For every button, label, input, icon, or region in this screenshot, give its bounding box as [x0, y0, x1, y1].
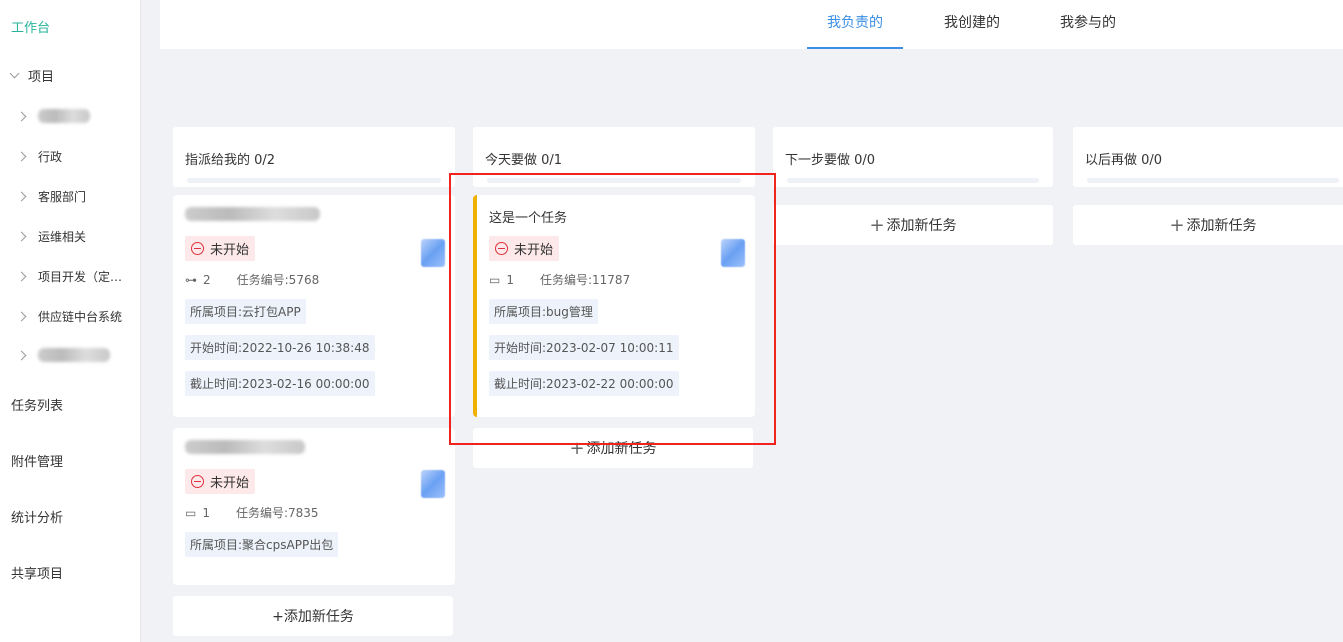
project-tag: 所属项目:bug管理: [489, 299, 598, 324]
end-time-tag: 截止时间:2023-02-22 00:00:00: [489, 371, 679, 396]
avatar: [421, 470, 445, 498]
progress-bar: [187, 178, 441, 183]
sidebar-project-group[interactable]: 项目: [9, 66, 55, 85]
chevron-right-icon: [16, 111, 27, 121]
task-card[interactable]: 未开始 ⊶ 2 任务编号:5768 所属项目:云打包APP 开始时间:2022-10…: [173, 195, 455, 417]
minus-circle-icon: [191, 475, 204, 488]
blurred-title: [185, 207, 320, 221]
task-card[interactable]: 这是一个任务 未开始 ▭ 1 任务编号:11787 所属项目:bug管理 开始时间:…: [473, 195, 755, 417]
chevron-right-icon: [16, 231, 27, 242]
plus-icon: +: [569, 437, 585, 459]
sidebar: 工作台 项目 行政 客服部门 运维相关 项目开发（定… 供应链中台系统 任务列表…: [0, 0, 141, 642]
status-text: 未开始: [210, 476, 250, 491]
status-text: 未开始: [514, 243, 554, 258]
comment-icon: ▭: [489, 272, 501, 287]
column-header: 下一步要做 0/0: [773, 127, 1053, 187]
sidebar-project-blurred[interactable]: [16, 348, 110, 362]
sidebar-task-list[interactable]: 任务列表: [11, 395, 63, 414]
project-tag: 所属项目:云打包APP: [185, 299, 306, 324]
avatar: [421, 239, 445, 267]
progress-bar: [787, 178, 1039, 183]
project-label: 行政: [38, 150, 63, 164]
progress-bar: [1087, 178, 1339, 183]
comment-icon: ▭: [185, 505, 197, 520]
add-task-button[interactable]: +添加新任务: [1073, 205, 1343, 245]
project-label: 客服部门: [38, 190, 87, 204]
column-header: 以后再做 0/0: [1073, 127, 1343, 187]
comment-count: 1: [202, 505, 210, 520]
status-text: 未开始: [210, 243, 250, 258]
sidebar-project[interactable]: 行政: [16, 148, 63, 165]
task-title: 这是一个任务: [489, 211, 568, 226]
plus-icon: +: [869, 214, 885, 236]
avatar: [721, 239, 745, 267]
plus-icon: +: [1169, 214, 1185, 236]
status-badge: 未开始: [185, 236, 256, 261]
column-title: 下一步要做 0/0: [785, 153, 876, 168]
column-header: 指派给我的 0/2: [173, 127, 455, 187]
blurred-title: [185, 440, 305, 454]
subtask-icon: ⊶: [185, 272, 197, 287]
sidebar-statistics[interactable]: 统计分析: [11, 507, 63, 526]
add-task-label: 添加新任务: [886, 218, 957, 234]
column-header: 今天要做 0/1: [473, 127, 755, 187]
sidebar-project[interactable]: 项目开发（定…: [16, 268, 123, 285]
add-task-label: 添加新任务: [1186, 218, 1257, 234]
sidebar-attachments[interactable]: 附件管理: [11, 451, 63, 470]
minus-circle-icon: [191, 242, 204, 255]
chevron-right-icon: [16, 151, 27, 162]
tab-participated[interactable]: 我参与的: [1048, 0, 1128, 49]
sidebar-workbench[interactable]: 工作台: [11, 17, 50, 36]
add-task-label: +添加新任务: [272, 609, 354, 625]
progress-bar: [487, 178, 741, 183]
project-group-label: 项目: [28, 70, 55, 85]
task-number: 任务编号:7835: [235, 506, 319, 520]
task-card[interactable]: 未开始 ▭ 1 任务编号:7835 所属项目:聚合cpsAPP出包: [173, 428, 455, 585]
add-task-button[interactable]: +添加新任务: [173, 596, 453, 636]
column-title: 今天要做 0/1: [485, 153, 563, 168]
top-tabs: 我负责的 我创建的 我参与的: [160, 0, 1343, 49]
project-label: 项目开发（定…: [38, 270, 123, 284]
task-number: 任务编号:11787: [539, 273, 631, 287]
project-label: 供应链中台系统: [38, 310, 123, 324]
chevron-right-icon: [16, 191, 27, 202]
start-time-tag: 开始时间:2023-02-07 10:00:11: [489, 335, 679, 360]
add-task-button[interactable]: +添加新任务: [773, 205, 1053, 245]
end-time-tag: 截止时间:2023-02-16 00:00:00: [185, 371, 375, 396]
sidebar-shared[interactable]: 共享项目: [11, 563, 63, 582]
chevron-right-icon: [16, 350, 27, 360]
tab-mine[interactable]: 我负责的: [807, 0, 903, 49]
blurred-name: [38, 109, 90, 123]
project-label: 运维相关: [38, 230, 87, 244]
minus-circle-icon: [495, 242, 508, 255]
sidebar-project[interactable]: 客服部门: [16, 188, 87, 205]
sidebar-project[interactable]: 供应链中台系统: [16, 308, 123, 325]
status-badge: 未开始: [185, 469, 256, 494]
task-number: 任务编号:5768: [236, 273, 320, 287]
tab-created[interactable]: 我创建的: [932, 0, 1012, 49]
chevron-right-icon: [16, 311, 27, 322]
chevron-down-icon: [9, 68, 20, 79]
add-task-label: 添加新任务: [586, 441, 657, 457]
comment-count: 1: [506, 272, 514, 287]
status-badge: 未开始: [489, 236, 560, 261]
project-tag: 所属项目:聚合cpsAPP出包: [185, 532, 339, 557]
sidebar-project[interactable]: 运维相关: [16, 228, 87, 245]
add-task-button[interactable]: +添加新任务: [473, 428, 753, 468]
chevron-right-icon: [16, 271, 27, 282]
sidebar-project-blurred[interactable]: [16, 109, 90, 123]
column-title: 指派给我的 0/2: [185, 153, 276, 168]
column-title: 以后再做 0/0: [1085, 153, 1163, 168]
start-time-tag: 开始时间:2022-10-26 10:38:48: [185, 335, 375, 360]
blurred-name: [38, 348, 110, 362]
subtask-count: 2: [203, 272, 211, 287]
